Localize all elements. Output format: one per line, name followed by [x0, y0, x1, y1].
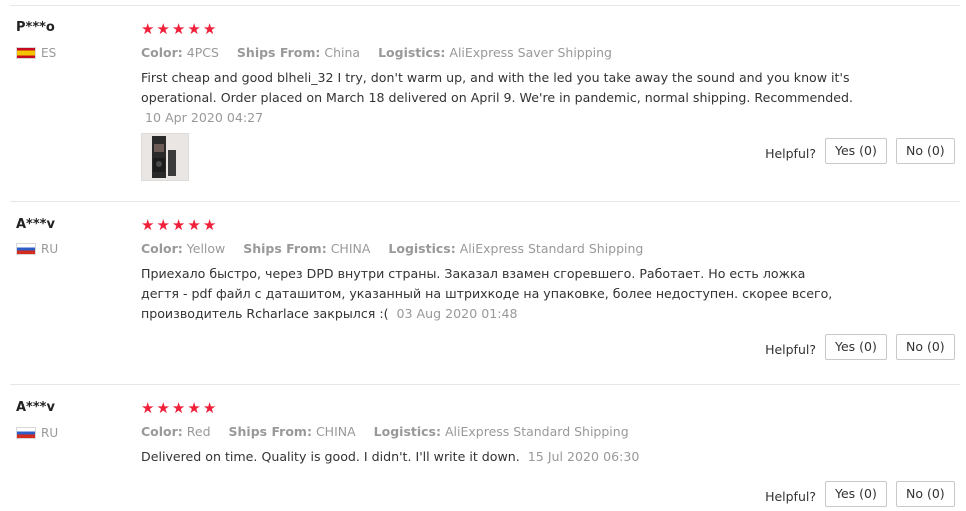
helpful-label: Helpful? — [765, 342, 816, 357]
review-body: Delivered on time. Quality is good. I di… — [141, 449, 520, 464]
color-value: Red — [186, 424, 211, 439]
star-icon: ★ — [156, 216, 170, 234]
helpful-no-button[interactable]: No (0) — [896, 334, 955, 360]
reviewer-country: RU — [16, 242, 58, 256]
helpful-label: Helpful? — [765, 489, 816, 504]
logistics-label: Logistics: — [373, 424, 441, 439]
reviewer-name: A***v — [16, 217, 55, 232]
helpful-yes-button[interactable]: Yes (0) — [825, 334, 887, 360]
star-icon: ★ — [187, 399, 201, 417]
helpful-no-button[interactable]: No (0) — [896, 481, 955, 507]
star-rating: ★ ★ ★ ★ ★ — [141, 21, 216, 37]
star-icon: ★ — [202, 20, 217, 38]
star-icon: ★ — [187, 216, 201, 234]
review-meta: Color: 4PCS Ships From: China Logistics:… — [141, 45, 626, 60]
helpful-label: Helpful? — [765, 146, 816, 161]
top-divider — [10, 5, 960, 6]
review-divider — [10, 201, 960, 202]
color-value: Yellow — [186, 241, 226, 256]
color-value: 4PCS — [186, 45, 219, 60]
review-text: Delivered on time. Quality is good. I di… — [141, 447, 861, 467]
star-icon: ★ — [156, 20, 170, 38]
star-icon: ★ — [171, 20, 186, 38]
ships-from-label: Ships From: — [236, 45, 321, 60]
logistics-value: AliExpress Saver Shipping — [449, 45, 612, 60]
star-icon: ★ — [171, 216, 186, 234]
star-icon: ★ — [171, 399, 186, 417]
country-code: RU — [41, 242, 59, 256]
reviewer-country: ES — [16, 46, 56, 60]
logistics-value: AliExpress Standard Shipping — [444, 424, 629, 439]
spain-flag-icon — [16, 47, 36, 59]
review-text: Приехало быстро, через DPD внутри страны… — [141, 264, 841, 324]
star-icon: ★ — [141, 399, 155, 417]
star-icon: ★ — [202, 216, 217, 234]
review-meta: Color: Red Ships From: CHINA Logistics: … — [141, 424, 643, 439]
star-icon: ★ — [156, 399, 170, 417]
russia-flag-icon — [16, 427, 36, 439]
star-rating: ★ ★ ★ ★ ★ — [141, 217, 216, 233]
logistics-label: Logistics: — [388, 241, 456, 256]
helpful-no-button[interactable]: No (0) — [896, 138, 955, 164]
helpful-yes-button[interactable]: Yes (0) — [825, 481, 887, 507]
star-icon: ★ — [187, 20, 201, 38]
review-text: First cheap and good blheli_32 I try, do… — [141, 68, 861, 128]
photo-image — [142, 134, 188, 180]
ships-from-value: CHINA — [330, 241, 371, 256]
logistics-value: AliExpress Standard Shipping — [459, 241, 644, 256]
reviewer-name: P***o — [16, 20, 55, 35]
review-body: First cheap and good blheli_32 I try, do… — [141, 70, 853, 105]
review-photo-thumbnail[interactable] — [141, 133, 189, 181]
ships-from-value: China — [324, 45, 361, 60]
star-icon: ★ — [141, 20, 155, 38]
reviewer-name: A***v — [16, 400, 55, 415]
star-icon: ★ — [141, 216, 155, 234]
ships-from-value: CHINA — [315, 424, 356, 439]
review-date: 10 Apr 2020 04:27 — [145, 110, 264, 125]
logistics-label: Logistics: — [378, 45, 446, 60]
ships-from-label: Ships From: — [243, 241, 327, 256]
reviewer-country: RU — [16, 426, 58, 440]
helpful-yes-button[interactable]: Yes (0) — [825, 138, 887, 164]
review-divider — [10, 384, 960, 385]
russia-flag-icon — [16, 243, 36, 255]
color-label: Color: — [141, 424, 183, 439]
ships-from-label: Ships From: — [228, 424, 312, 439]
color-label: Color: — [141, 45, 183, 60]
country-code: RU — [41, 426, 59, 440]
review-date: 15 Jul 2020 06:30 — [527, 449, 640, 464]
review-date: 03 Aug 2020 01:48 — [396, 306, 518, 321]
star-icon: ★ — [202, 399, 217, 417]
review-meta: Color: Yellow Ships From: CHINA Logistic… — [141, 241, 657, 256]
country-code: ES — [41, 46, 57, 60]
color-label: Color: — [141, 241, 183, 256]
star-rating: ★ ★ ★ ★ ★ — [141, 400, 216, 416]
